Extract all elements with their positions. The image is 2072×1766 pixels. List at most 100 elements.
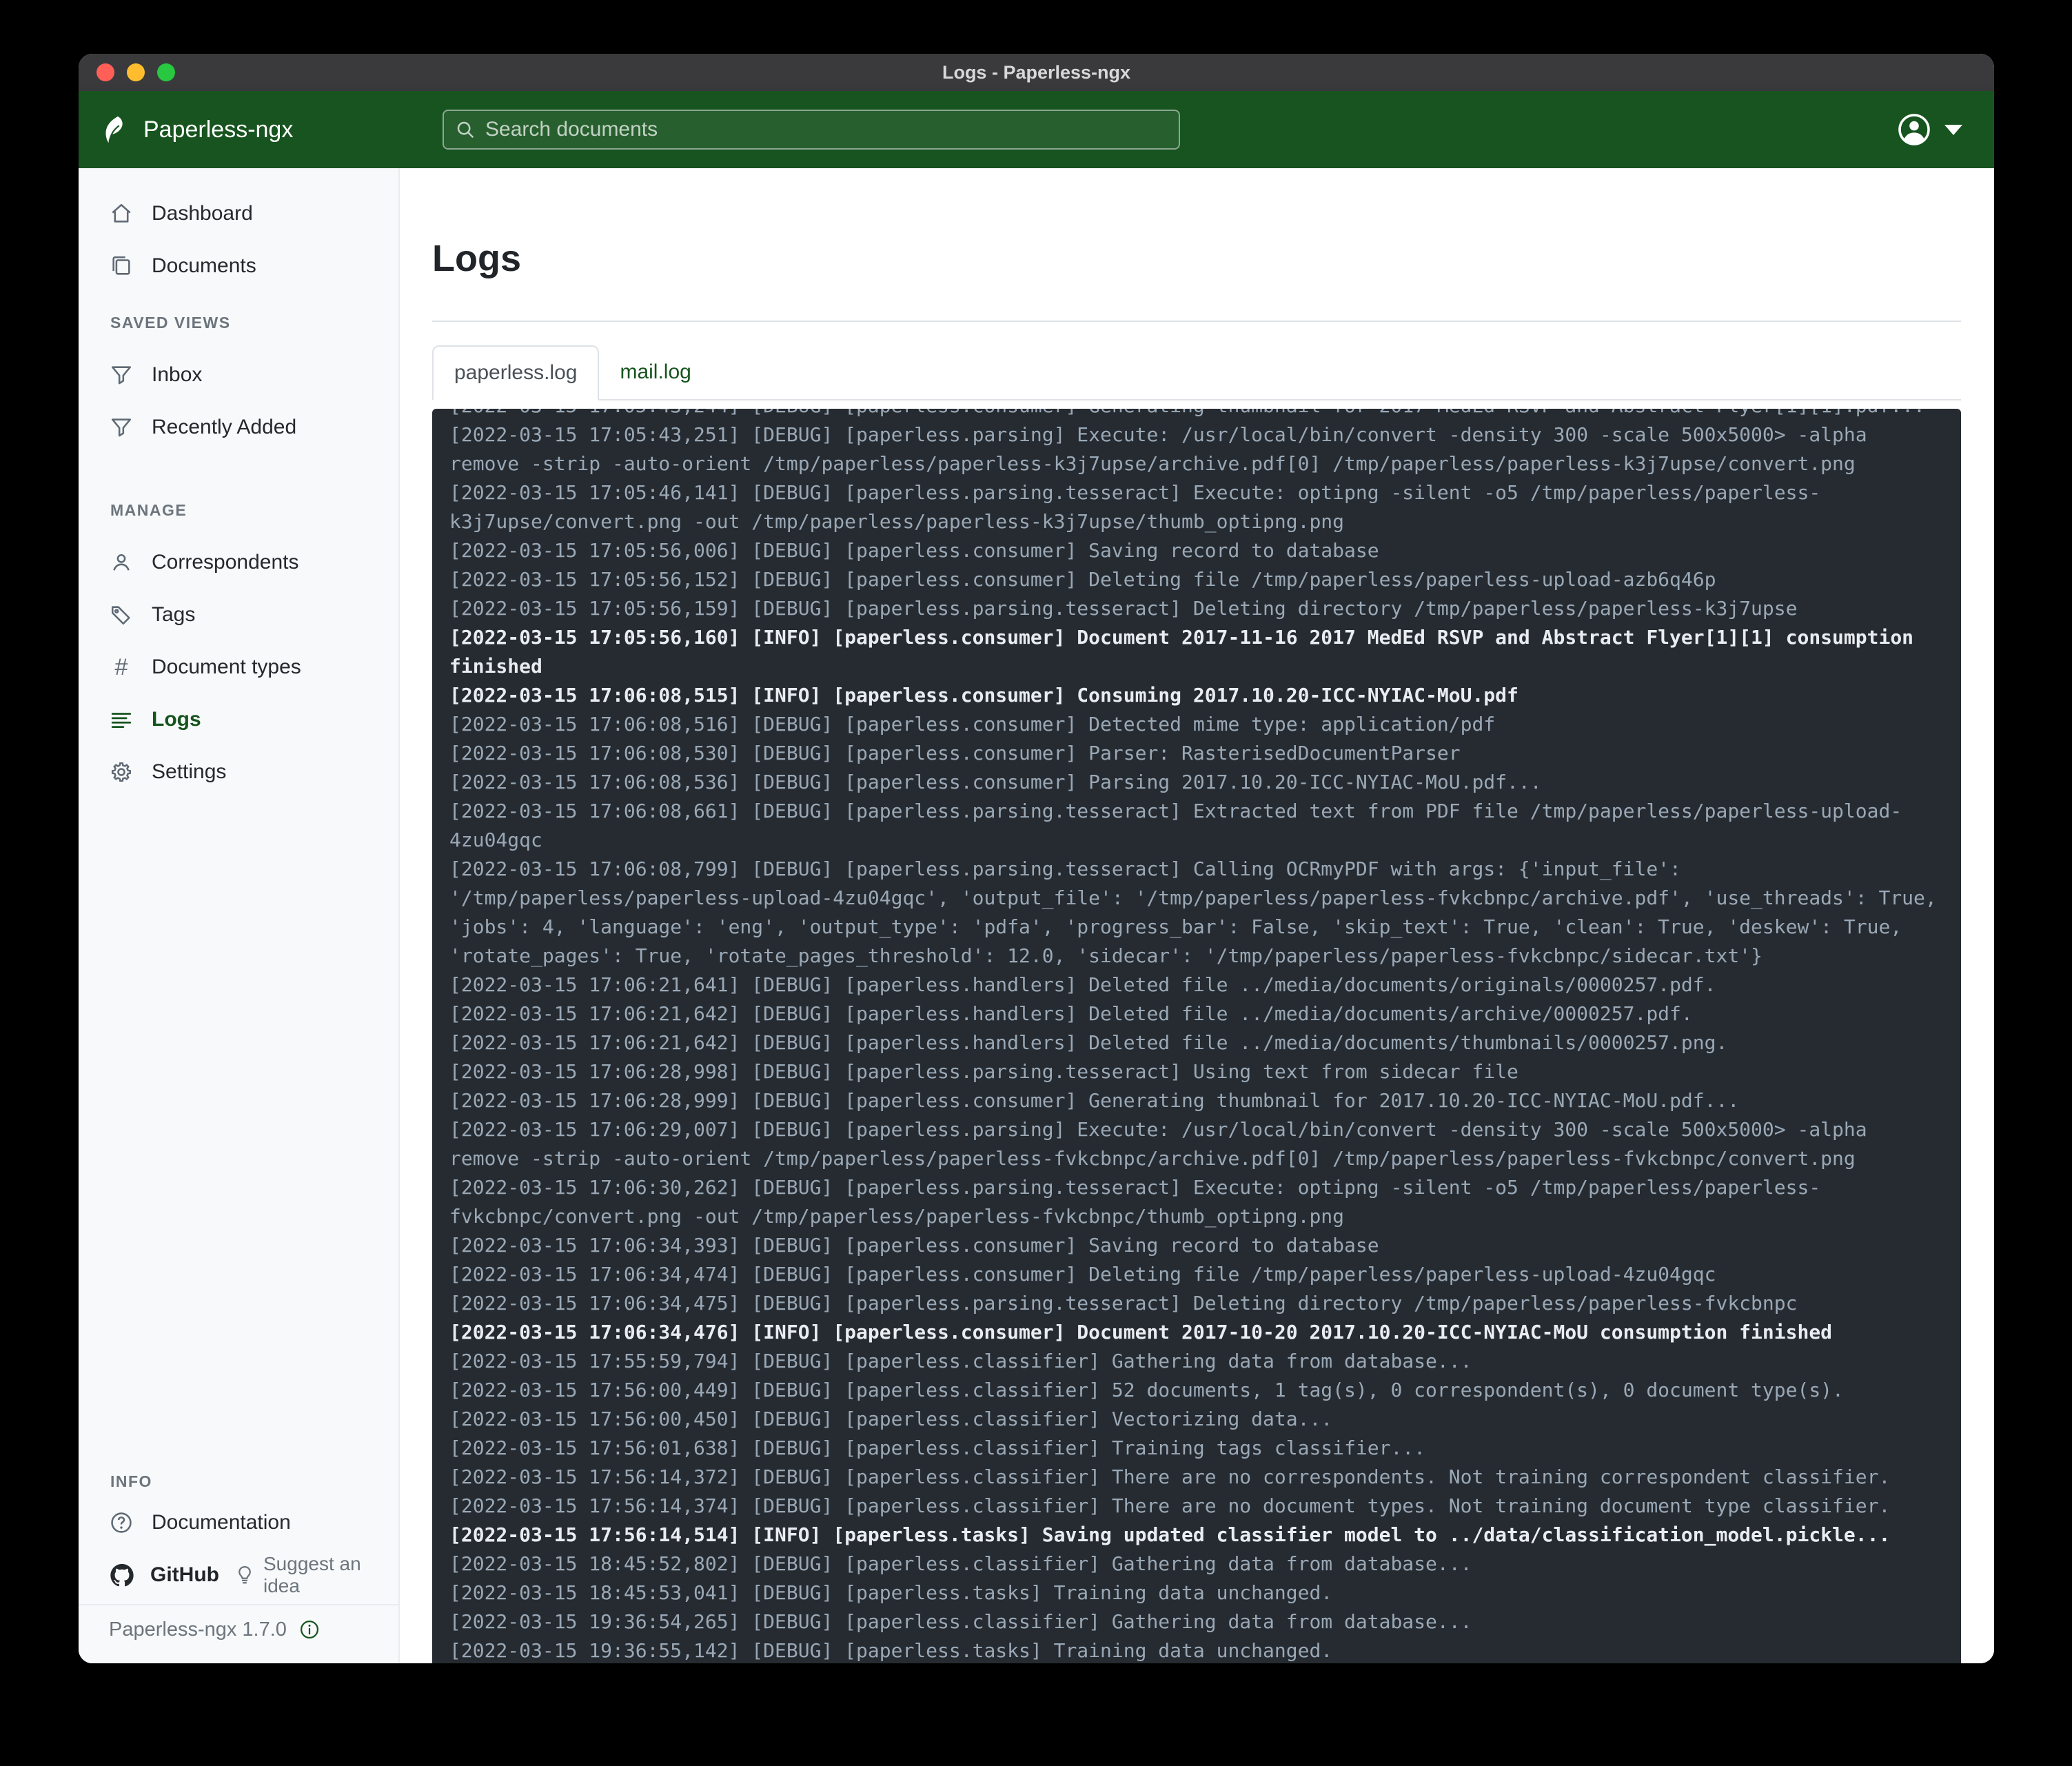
sidebar-item-label: Document types — [152, 656, 301, 679]
user-avatar-icon[interactable] — [1898, 113, 1931, 146]
sidebar-item-label: Logs — [152, 708, 201, 731]
sidebar-item-logs[interactable]: Logs — [79, 693, 398, 746]
log-line: [2022-03-15 17:05:56,006] [DEBUG] [paper… — [449, 536, 1944, 565]
logs-icon — [109, 707, 134, 732]
sidebar-item-document-types[interactable]: # Document types — [79, 641, 398, 693]
log-line: [2022-03-15 17:05:43,251] [DEBUG] [paper… — [449, 420, 1944, 478]
log-line: [2022-03-15 17:06:08,661] [DEBUG] [paper… — [449, 797, 1944, 855]
log-line: [2022-03-15 17:56:00,449] [DEBUG] [paper… — [449, 1376, 1944, 1405]
sidebar-item-label: Dashboard — [152, 202, 253, 225]
paperless-leaf-icon — [101, 114, 132, 145]
sidebar-item-dashboard[interactable]: Dashboard — [79, 187, 398, 240]
sidebar-item-settings[interactable]: Settings — [79, 746, 398, 798]
search-box[interactable] — [443, 110, 1180, 150]
documents-icon — [109, 254, 134, 278]
sidebar-item-correspondents[interactable]: Correspondents — [79, 536, 398, 589]
sidebar-item-label: GitHub — [150, 1563, 219, 1587]
sidebar-item-inbox[interactable]: Inbox — [79, 349, 398, 401]
home-icon — [109, 201, 134, 226]
log-line: [2022-03-15 17:05:56,160] [INFO] [paperl… — [449, 623, 1944, 681]
log-line: [2022-03-15 17:06:08,799] [DEBUG] [paper… — [449, 855, 1944, 971]
log-line: [2022-03-15 17:56:14,514] [INFO] [paperl… — [449, 1521, 1944, 1550]
log-line: [2022-03-15 17:06:34,393] [DEBUG] [paper… — [449, 1231, 1944, 1260]
lightbulb-icon — [234, 1565, 255, 1585]
log-line: [2022-03-15 17:05:56,159] [DEBUG] [paper… — [449, 594, 1944, 623]
sidebar-heading-manage: MANAGE — [79, 495, 398, 525]
tab-paperless-log[interactable]: paperless.log — [432, 345, 599, 400]
search-icon — [455, 119, 476, 140]
log-line: [2022-03-15 17:06:34,475] [DEBUG] [paper… — [449, 1289, 1944, 1318]
log-line: [2022-03-15 17:06:08,530] [DEBUG] [paper… — [449, 739, 1944, 768]
sidebar-info-section: INFO Documentation — [79, 1466, 398, 1654]
brand-name: Paperless-ngx — [143, 116, 293, 143]
sidebar-item-documentation[interactable]: Documentation — [79, 1496, 398, 1549]
log-line: [2022-03-15 17:06:21,642] [DEBUG] [paper… — [449, 999, 1944, 1028]
sidebar-item-label: Documentation — [152, 1511, 291, 1534]
tag-icon — [109, 602, 134, 627]
log-line: [2022-03-15 17:05:46,141] [DEBUG] [paper… — [449, 478, 1944, 536]
minimize-window-button[interactable] — [127, 63, 145, 81]
log-line: [2022-03-15 17:06:08,516] [DEBUG] [paper… — [449, 710, 1944, 739]
sidebar-item-label: Documents — [152, 254, 256, 278]
info-circle-icon[interactable] — [299, 1619, 320, 1640]
titlebar: Logs - Paperless-ngx — [79, 54, 1994, 91]
log-line: [2022-03-15 17:06:34,476] [INFO] [paperl… — [449, 1318, 1944, 1347]
sidebar-item-label: Correspondents — [152, 551, 298, 574]
github-icon — [109, 1562, 135, 1588]
window-title: Logs - Paperless-ngx — [942, 62, 1130, 83]
log-line: [2022-03-15 18:45:53,041] [DEBUG] [paper… — [449, 1579, 1944, 1607]
log-line: [2022-03-15 17:05:43,244] [DEBUG] [paper… — [449, 409, 1944, 420]
log-lines: [2022-03-15 17:05:43,244] [DEBUG] [paper… — [449, 409, 1944, 1663]
log-line: [2022-03-15 17:06:28,998] [DEBUG] [paper… — [449, 1057, 1944, 1086]
page-title: Logs — [432, 237, 521, 280]
sidebar-item-tags[interactable]: Tags — [79, 589, 398, 641]
sidebar-item-label: Settings — [152, 760, 226, 784]
traffic-lights — [97, 63, 175, 81]
navbar: Paperless-ngx — [79, 91, 1994, 168]
log-line: [2022-03-15 17:06:34,474] [DEBUG] [paper… — [449, 1260, 1944, 1289]
sidebar-item-label: Inbox — [152, 363, 202, 387]
log-line: [2022-03-15 17:06:28,999] [DEBUG] [paper… — [449, 1086, 1944, 1115]
log-line: [2022-03-15 17:06:08,515] [INFO] [paperl… — [449, 681, 1944, 710]
log-line: [2022-03-15 17:06:21,642] [DEBUG] [paper… — [449, 1028, 1944, 1057]
brand[interactable]: Paperless-ngx — [101, 91, 293, 168]
sidebar: Dashboard Documents SAVED VIEWS Inbox — [79, 168, 400, 1663]
sidebar-item-github[interactable]: GitHub — [79, 1549, 219, 1601]
log-line: [2022-03-15 17:56:14,374] [DEBUG] [paper… — [449, 1492, 1944, 1521]
sidebar-item-recently-added[interactable]: Recently Added — [79, 401, 398, 454]
person-icon — [109, 550, 134, 575]
tab-mail-log[interactable]: mail.log — [599, 345, 711, 399]
sidebar-item-documents[interactable]: Documents — [79, 240, 398, 292]
app-window: Logs - Paperless-ngx Paperless-ngx — [79, 54, 1994, 1663]
user-menu-caret-icon[interactable] — [1944, 125, 1962, 135]
log-line: [2022-03-15 17:56:00,450] [DEBUG] [paper… — [449, 1405, 1944, 1434]
log-viewer[interactable]: [2022-03-15 17:05:43,244] [DEBUG] [paper… — [432, 409, 1961, 1663]
sidebar-heading-info: INFO — [79, 1466, 398, 1496]
zoom-window-button[interactable] — [157, 63, 175, 81]
title-divider — [432, 321, 1961, 322]
page-body: Dashboard Documents SAVED VIEWS Inbox — [79, 168, 1994, 1663]
help-circle-icon — [109, 1510, 134, 1535]
log-line: [2022-03-15 17:05:56,152] [DEBUG] [paper… — [449, 565, 1944, 594]
app-version: Paperless-ngx 1.7.0 — [109, 1618, 287, 1641]
log-line: [2022-03-15 17:06:08,536] [DEBUG] [paper… — [449, 768, 1944, 797]
sidebar-heading-saved-views: SAVED VIEWS — [79, 307, 398, 338]
close-window-button[interactable] — [97, 63, 114, 81]
search-input[interactable] — [484, 117, 1168, 142]
log-line: [2022-03-15 17:56:01,638] [DEBUG] [paper… — [449, 1434, 1944, 1463]
log-line: [2022-03-15 19:36:54,265] [DEBUG] [paper… — [449, 1607, 1944, 1636]
filter-icon — [109, 363, 134, 387]
main-content: Logs paperless.log mail.log [2022-03-15 … — [400, 168, 1994, 1663]
log-line: [2022-03-15 17:56:14,372] [DEBUG] [paper… — [449, 1463, 1944, 1492]
filter-icon — [109, 415, 134, 440]
sidebar-item-label: Tags — [152, 603, 195, 627]
sidebar-item-suggest-idea[interactable]: Suggest an idea — [234, 1549, 398, 1601]
log-line: [2022-03-15 18:45:52,802] [DEBUG] [paper… — [449, 1550, 1944, 1579]
sidebar-item-label: Suggest an idea — [263, 1553, 398, 1597]
log-line: [2022-03-15 17:55:59,794] [DEBUG] [paper… — [449, 1347, 1944, 1376]
hash-icon: # — [109, 655, 134, 680]
log-line: [2022-03-15 17:06:29,007] [DEBUG] [paper… — [449, 1115, 1944, 1173]
log-line: [2022-03-15 17:06:21,641] [DEBUG] [paper… — [449, 971, 1944, 999]
gear-icon — [109, 760, 134, 784]
log-tabs: paperless.log mail.log — [432, 345, 1961, 400]
